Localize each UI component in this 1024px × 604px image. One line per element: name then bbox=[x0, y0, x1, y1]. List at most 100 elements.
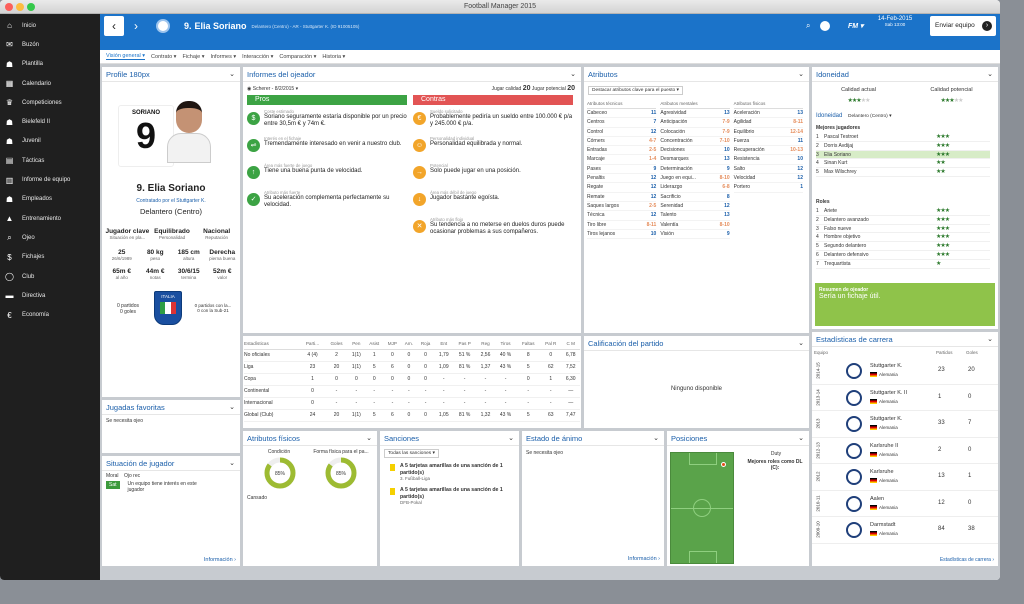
club-crest-icon[interactable] bbox=[156, 19, 170, 33]
attribute-row[interactable]: Fuerza 11 bbox=[733, 137, 803, 147]
sidebar-item-informe-de-equipo[interactable]: ▥ Informe de equipo bbox=[0, 170, 100, 189]
manager-menu-icon[interactable] bbox=[820, 21, 830, 31]
attribute-row[interactable]: Entradas 2-5 bbox=[587, 146, 657, 156]
attribute-row[interactable]: Equilibrio 12-14 bbox=[733, 128, 803, 137]
stats-row[interactable]: Liga 23 20 1(1) 5 6 0 0 1,09 81 % 1,37 43 % 5 62 7,52 bbox=[244, 361, 580, 374]
attribute-row[interactable]: Control 12 bbox=[587, 128, 657, 137]
subnav-comparacion[interactable]: Comparación ▾ bbox=[279, 54, 316, 60]
mood-info-link[interactable]: Información › bbox=[628, 556, 660, 562]
career-row[interactable]: 2013 Stuttgarter K. Alemania 33 7 bbox=[812, 411, 998, 438]
attribute-row[interactable]: Visión 9 bbox=[660, 230, 730, 240]
attribute-row[interactable]: Marcaje 1-4 bbox=[587, 155, 657, 165]
attribute-row[interactable]: Portero 1 bbox=[733, 183, 803, 193]
subnav-historia[interactable]: Historia ▾ bbox=[322, 54, 345, 60]
sidebar-item-buzon[interactable]: ✉ Buzón bbox=[0, 35, 100, 54]
attribute-row[interactable]: Remate 12 bbox=[587, 193, 657, 202]
attribute-row[interactable]: Pases 9 bbox=[587, 165, 657, 175]
attribute-row[interactable]: Resistencia 10 bbox=[733, 155, 803, 165]
stats-row[interactable]: Copa 1 0 0 0 0 0 0- - - -0 1 6,30 bbox=[244, 373, 580, 386]
attribute-row[interactable]: Agilidad 8-11 bbox=[733, 118, 803, 128]
subnav-contrato[interactable]: Contrato ▾ bbox=[151, 54, 176, 60]
sidebar-item-ojeo[interactable]: ⌕ Ojeo bbox=[0, 228, 100, 247]
sidebar-item-inicio[interactable]: ⌂ Inicio bbox=[0, 16, 100, 35]
attribute-row[interactable]: Decisiones 10 bbox=[660, 146, 730, 156]
chevron-down-icon[interactable]: ⌄ bbox=[229, 400, 235, 415]
career-row[interactable]: 2013-14 Stuttgarter K. II Alemania 1 0 bbox=[812, 385, 998, 411]
attribute-row[interactable]: Valentía 8-10 bbox=[660, 221, 730, 230]
chevron-down-icon[interactable]: ⌄ bbox=[798, 67, 804, 82]
chevron-down-icon[interactable]: ⌄ bbox=[987, 332, 993, 347]
sidebar-item-competiciones[interactable]: ♛ Competiciones bbox=[0, 93, 100, 112]
career-row[interactable]: 2010-11 Aalen Alemania 12 0 bbox=[812, 491, 998, 517]
attribute-row[interactable]: Centros 7 bbox=[587, 118, 657, 128]
best-player-row[interactable]: 4 Sinan Kurt ★★ bbox=[816, 159, 990, 169]
sidebar-item-tacticas[interactable]: ▤ Tácticas bbox=[0, 151, 100, 170]
subnav-fichaje[interactable]: Fichaje ▾ bbox=[182, 54, 204, 60]
sidebar-item-economia[interactable]: € Economía bbox=[0, 305, 100, 324]
continue-button[interactable]: Enviar equipo › bbox=[930, 16, 996, 36]
attribute-row[interactable]: Aceleración 13 bbox=[733, 109, 803, 119]
chevron-down-icon[interactable]: ⌄ bbox=[229, 67, 235, 82]
subnav-interaccion[interactable]: Interacción ▾ bbox=[242, 54, 273, 60]
fm-menu-icon[interactable]: FM ▾ bbox=[848, 22, 864, 30]
best-player-row[interactable]: 1 Pascal Testroet ★★★ bbox=[816, 133, 990, 142]
sidebar-item-fichajes[interactable]: $ Fichajes bbox=[0, 248, 100, 267]
attribute-row[interactable]: Regate 12 bbox=[587, 183, 657, 193]
role-row[interactable]: 1 Ariete ★★★ bbox=[816, 207, 990, 216]
sidebar-item-calendario[interactable]: ▦ Calendario bbox=[0, 74, 100, 93]
attribute-row[interactable]: Agresividad 13 bbox=[660, 109, 730, 119]
stats-row[interactable]: Global (Club) 24 20 1(1) 5 6 0 0 1,05 81 % 1,32 43 … bbox=[244, 409, 580, 422]
career-stats-link[interactable]: Estadísticas de carrera › bbox=[940, 557, 994, 563]
stats-row[interactable]: Continental 0- - - - - - - - - - - - — bbox=[244, 385, 580, 398]
date-display[interactable]: 14-Feb-2015 Sab 13:00 bbox=[875, 16, 915, 27]
attribute-row[interactable]: Velocidad 12 bbox=[733, 174, 803, 184]
information-link[interactable]: Información › bbox=[204, 557, 236, 563]
attribute-row[interactable]: Penaltis 12 bbox=[587, 174, 657, 184]
sidebar-item-empleados[interactable]: ☗ Empleados bbox=[0, 190, 100, 209]
career-row[interactable]: 2012 Karlsruhe Alemania 13 1 bbox=[812, 464, 998, 491]
career-row[interactable]: 2009-10 Darmstadt Alemania 84 38 bbox=[812, 517, 998, 544]
attribute-row[interactable]: Córners 4-7 bbox=[587, 137, 657, 147]
chevron-down-icon[interactable]: ⌄ bbox=[653, 431, 659, 446]
attribute-row[interactable]: Saques largos 2-5 bbox=[587, 202, 657, 212]
search-icon[interactable]: ⌕ bbox=[806, 21, 810, 31]
career-row[interactable]: 2014-15 Stuttgarter K. Alemania 23 20 bbox=[812, 358, 998, 385]
sidebar-item-plantilla[interactable]: ☗ Plantilla bbox=[0, 55, 100, 74]
attribute-row[interactable]: Colocación 7-9 bbox=[660, 128, 730, 137]
sanction-item[interactable]: A 5 tarjetas amarillas de una sanción de… bbox=[390, 487, 514, 505]
minimize-window-button[interactable] bbox=[16, 3, 24, 11]
sidebar-item-entrenamiento[interactable]: ▲ Entrenamiento bbox=[0, 209, 100, 228]
chevron-down-icon[interactable]: ⌄ bbox=[229, 456, 235, 471]
attribute-row[interactable]: Serenidad 12 bbox=[660, 202, 730, 212]
attribute-row[interactable]: Juego en equi... 8-10 bbox=[660, 174, 730, 184]
career-row[interactable]: 2012-13 Karlsruhe II Alemania 2 0 bbox=[812, 438, 998, 464]
chevron-down-icon[interactable]: ⌄ bbox=[798, 431, 804, 446]
sanctions-filter-dropdown[interactable]: Todas las sanciones ▾ bbox=[384, 449, 439, 458]
sidebar-item-bielefeld-ii[interactable]: ☗ Bielefeld II bbox=[0, 112, 100, 131]
role-row[interactable]: 3 Falso nueve ★★★ bbox=[816, 225, 990, 234]
zoom-window-button[interactable] bbox=[27, 3, 35, 11]
sidebar-item-directiva[interactable]: ▬ Directiva bbox=[0, 286, 100, 305]
attribute-row[interactable]: Concentración 7-10 bbox=[660, 137, 730, 147]
role-row[interactable]: 2 Delantero avanzado ★★★ bbox=[816, 216, 990, 225]
attribute-row[interactable]: Tiros lejanos 10 bbox=[587, 230, 657, 240]
stats-row[interactable]: Internacional 0- - - - - - - - - - - - — bbox=[244, 397, 580, 410]
attribute-row[interactable]: Técnica 12 bbox=[587, 211, 657, 221]
chevron-down-icon[interactable]: ⌄ bbox=[570, 67, 576, 82]
best-player-row[interactable]: 5 Max Wilschrey ★★ bbox=[816, 168, 990, 177]
close-window-button[interactable] bbox=[5, 3, 13, 11]
sidebar-item-juvenil[interactable]: ☗ Juvenil bbox=[0, 132, 100, 151]
subnav-informes[interactable]: Informes ▾ bbox=[210, 54, 236, 60]
attribute-row[interactable]: Recuperación 10-13 bbox=[733, 146, 803, 156]
attribute-row[interactable]: Salto 12 bbox=[733, 165, 803, 175]
attribute-row[interactable]: Sacrificio 8 bbox=[660, 193, 730, 202]
attribute-row[interactable]: Anticipación 7-9 bbox=[660, 118, 730, 128]
sidebar-item-club[interactable]: ◯ Club bbox=[0, 267, 100, 286]
chevron-down-icon[interactable]: ⌄ bbox=[508, 431, 514, 446]
scout-selector[interactable]: ◉ Scherer - 8/2/2015 ▾ bbox=[247, 86, 298, 92]
attribute-row[interactable]: Liderazgo 6-8 bbox=[660, 183, 730, 193]
highlight-filter-dropdown[interactable]: Destacar atributos clave para el puesto … bbox=[588, 86, 683, 95]
attribute-row[interactable]: Talento 13 bbox=[660, 211, 730, 221]
attribute-row[interactable]: Determinación 9 bbox=[660, 165, 730, 175]
role-row[interactable]: 7 Trequartista ★ bbox=[816, 260, 990, 269]
